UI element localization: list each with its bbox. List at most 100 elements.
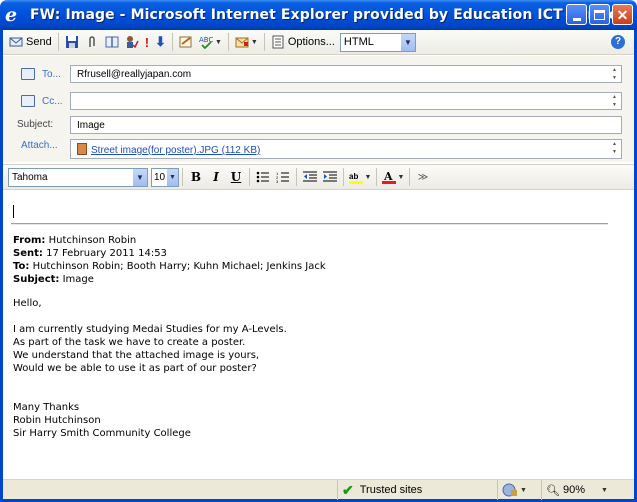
magnifier-icon: 🔍︎ <box>546 484 560 497</box>
subject-value: Image <box>77 120 105 131</box>
chevron-down-icon: ▼ <box>399 33 415 51</box>
message-line <box>13 375 287 388</box>
security-zone[interactable]: ✔ Trusted sites <box>337 480 497 500</box>
attachment-link[interactable]: Street image(for poster).JPG (112 KB) <box>91 145 260 156</box>
chevron-down-icon: ▼ <box>601 486 608 494</box>
address-book-icon <box>105 36 119 48</box>
attach-row: Attach... Street image(for poster).JPG (… <box>3 138 634 160</box>
message-format-value: HTML <box>343 36 374 48</box>
message-format-select[interactable]: HTML ▼ <box>339 32 416 52</box>
original-to-value: Hutchinson Robin; Booth Harry; Kuhn Mich… <box>32 261 326 272</box>
message-line: As part of the task we have to create a … <box>13 337 246 348</box>
message-body[interactable]: From: Hutchinson Robin Sent: 17 February… <box>3 191 634 477</box>
save-button[interactable] <box>62 32 82 53</box>
message-line: Many Thanks <box>13 402 80 413</box>
font-select[interactable]: Tahoma ▼ <box>8 167 148 187</box>
low-importance-button[interactable]: ⬇ <box>152 32 169 53</box>
sent-value: 17 February 2011 14:53 <box>46 248 167 259</box>
highlight-button[interactable]: ab ▼ <box>347 167 373 187</box>
font-size-select[interactable]: 10 ▼ <box>151 167 179 187</box>
exclamation-icon: ! <box>144 34 150 50</box>
message-line: Robin Hutchinson <box>13 415 101 426</box>
arrow-down-icon: ⬇ <box>155 34 166 49</box>
increase-indent-button[interactable] <box>320 167 340 187</box>
cc-field[interactable]: ▲ ▼ <box>70 92 622 110</box>
chevron-down-icon: ▼ <box>132 168 147 186</box>
minimize-icon <box>572 17 581 21</box>
toolbar: Send ! ⬇ ABC ▼ ▼ Options... HTML ▼ ? <box>3 30 634 55</box>
toolbar-separator <box>296 168 297 186</box>
chevron-down-icon: ▼ <box>364 173 372 181</box>
field-scroll[interactable]: ▲ ▼ <box>609 67 620 81</box>
save-icon <box>65 36 78 48</box>
bullet-list-icon <box>256 171 269 183</box>
toolbar-separator <box>227 33 229 51</box>
options-button[interactable]: Options... <box>268 32 338 53</box>
send-button[interactable]: Send <box>3 32 55 53</box>
toolbar-separator <box>376 168 377 186</box>
maximize-button[interactable] <box>589 4 610 25</box>
zoom-control[interactable]: 🔍︎ 90% ▼ <box>541 480 627 500</box>
high-importance-button[interactable]: ! <box>142 32 152 53</box>
font-color-icon: A <box>381 170 396 184</box>
help-icon[interactable]: ? <box>611 35 625 49</box>
cc-button[interactable]: Cc... <box>21 95 63 107</box>
underline-button[interactable]: U <box>226 167 246 187</box>
close-button[interactable]: ✕ <box>612 4 633 25</box>
chevron-down-icon: ▼ <box>520 486 527 494</box>
message-line: Sir Harry Smith Community College <box>13 428 191 439</box>
send-label: Send <box>26 36 52 48</box>
envelope-flag-icon <box>235 37 249 48</box>
minimize-button[interactable] <box>566 4 587 25</box>
message-text: Hello, I am currently studying Medai Stu… <box>13 297 287 440</box>
decrease-indent-button[interactable] <box>300 167 320 187</box>
formatting-toolbar: Tahoma ▼ 10 ▼ B I U 123 ab ▼ A ▼ ≫ <box>3 164 634 190</box>
spelling-icon: ABC <box>199 36 213 49</box>
original-to-label: To: <box>13 261 30 272</box>
text-caret <box>13 205 14 218</box>
outdent-icon <box>303 171 317 182</box>
bold-button[interactable]: B <box>186 167 206 187</box>
svg-text:ab: ab <box>349 172 358 181</box>
message-line: We understand that the attached image is… <box>13 350 260 361</box>
message-header: To... Rfrusell@reallyjapan.com ▲ ▼ Cc... … <box>3 56 634 162</box>
field-scroll[interactable]: ▲ ▼ <box>609 94 620 108</box>
font-color-button[interactable]: A ▼ <box>380 167 406 187</box>
field-scroll[interactable]: ▲ ▼ <box>609 141 620 155</box>
send-icon <box>9 37 23 47</box>
original-subject-value: Image <box>62 274 94 285</box>
spelling-button[interactable]: ABC ▼ <box>196 32 225 53</box>
to-button[interactable]: To... <box>21 68 61 80</box>
address-book-button[interactable] <box>102 32 122 53</box>
attach-button[interactable]: Attach... <box>21 140 58 151</box>
bullets-button[interactable] <box>253 167 273 187</box>
italic-button[interactable]: I <box>206 167 226 187</box>
subject-row: Subject: Image <box>3 115 634 135</box>
message-line <box>13 388 287 401</box>
chevron-down-icon: ▼ <box>214 38 222 46</box>
from-label: From: <box>13 235 46 246</box>
message-flag-button[interactable]: ▼ <box>232 32 261 53</box>
double-chevron-down-icon: ≫ <box>417 171 429 183</box>
attach-file-button[interactable] <box>82 32 102 53</box>
subject-label: Subject: <box>17 119 54 130</box>
toolbar-separator <box>249 168 250 186</box>
protected-mode[interactable]: ▼ <box>497 480 541 500</box>
zoom-level: 90% <box>562 484 585 496</box>
toolbar-separator <box>57 33 59 51</box>
numbering-button[interactable]: 123 <box>273 167 293 187</box>
font-size-value: 10 <box>154 171 166 183</box>
checkmark-icon: ✔ <box>342 481 354 498</box>
signature-button[interactable] <box>176 32 196 53</box>
subject-field[interactable]: Image <box>70 116 622 134</box>
to-value: Rfrusell@reallyjapan.com <box>77 69 192 80</box>
check-names-button[interactable] <box>122 32 142 53</box>
title-bar[interactable]: e FW: Image - Microsoft Internet Explore… <box>0 0 637 30</box>
more-options-button[interactable]: ≫ <box>413 167 433 187</box>
sent-label: Sent: <box>13 248 43 259</box>
chevron-down-icon: ▼ <box>250 38 258 46</box>
indent-icon <box>323 171 337 182</box>
original-subject-label: Subject: <box>13 274 60 285</box>
to-field[interactable]: Rfrusell@reallyjapan.com ▲ ▼ <box>70 65 622 83</box>
bold-icon: B <box>190 170 202 184</box>
